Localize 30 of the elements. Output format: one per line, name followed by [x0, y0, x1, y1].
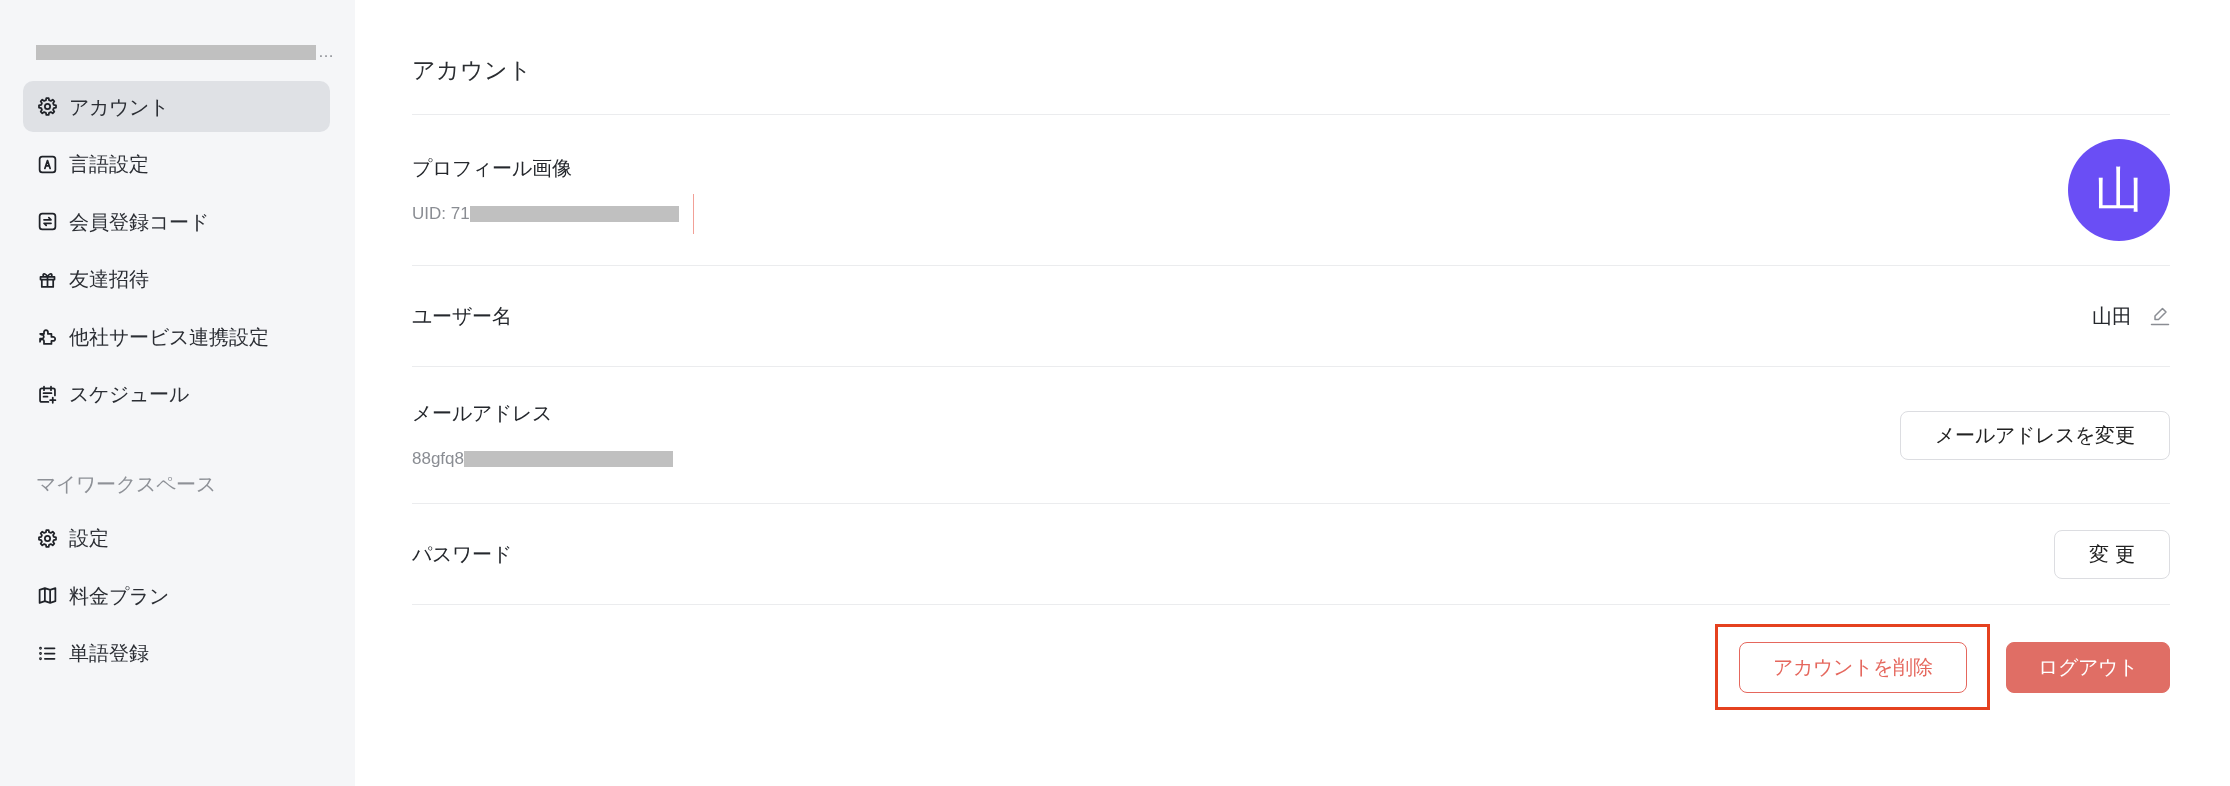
- detail-text: UID: 71: [412, 203, 470, 225]
- username-value: 山田: [2092, 304, 2132, 329]
- row-label: メールアドレス: [412, 401, 553, 426]
- change-button[interactable]: 変 更: [2054, 529, 2170, 579]
- map-icon: [37, 585, 58, 606]
- calendar-plus-icon: [37, 383, 58, 405]
- section-heading: マイワークスペース: [36, 471, 217, 496]
- avatar: 山: [2068, 139, 2170, 241]
- email-ellipsis: …: [318, 42, 334, 62]
- sidebar-item[interactable]: 会員登録コード: [23, 196, 330, 247]
- sidebar-item[interactable]: 設定: [23, 512, 330, 564]
- sidebar-item[interactable]: 言語設定: [23, 138, 330, 190]
- detail-text: 88gfq8: [412, 448, 464, 470]
- row-label: パスワード: [412, 542, 512, 567]
- page-title: アカウント: [412, 57, 532, 83]
- puzzle-icon: [37, 326, 58, 347]
- row-label: ユーザー名: [412, 304, 512, 329]
- swap-box-icon: [37, 211, 58, 232]
- sidebar-item[interactable]: スケジュール: [23, 368, 330, 420]
- sidebar-item[interactable]: 他社サービス連携設定: [23, 311, 330, 362]
- change-button[interactable]: メールアドレスを変更: [1900, 410, 2170, 460]
- sidebar-item[interactable]: 単語登録: [23, 627, 330, 679]
- gear-icon: [37, 527, 58, 549]
- letter-box-icon: [37, 153, 58, 175]
- sidebar-item[interactable]: 料金プラン: [23, 570, 330, 621]
- pencil-icon[interactable]: [2150, 306, 2170, 326]
- row-label: プロフィール画像: [412, 156, 573, 181]
- sidebar-item[interactable]: 友達招待: [23, 253, 330, 305]
- gear-icon: [37, 96, 58, 117]
- sidebar-item[interactable]: アカウント: [23, 81, 330, 132]
